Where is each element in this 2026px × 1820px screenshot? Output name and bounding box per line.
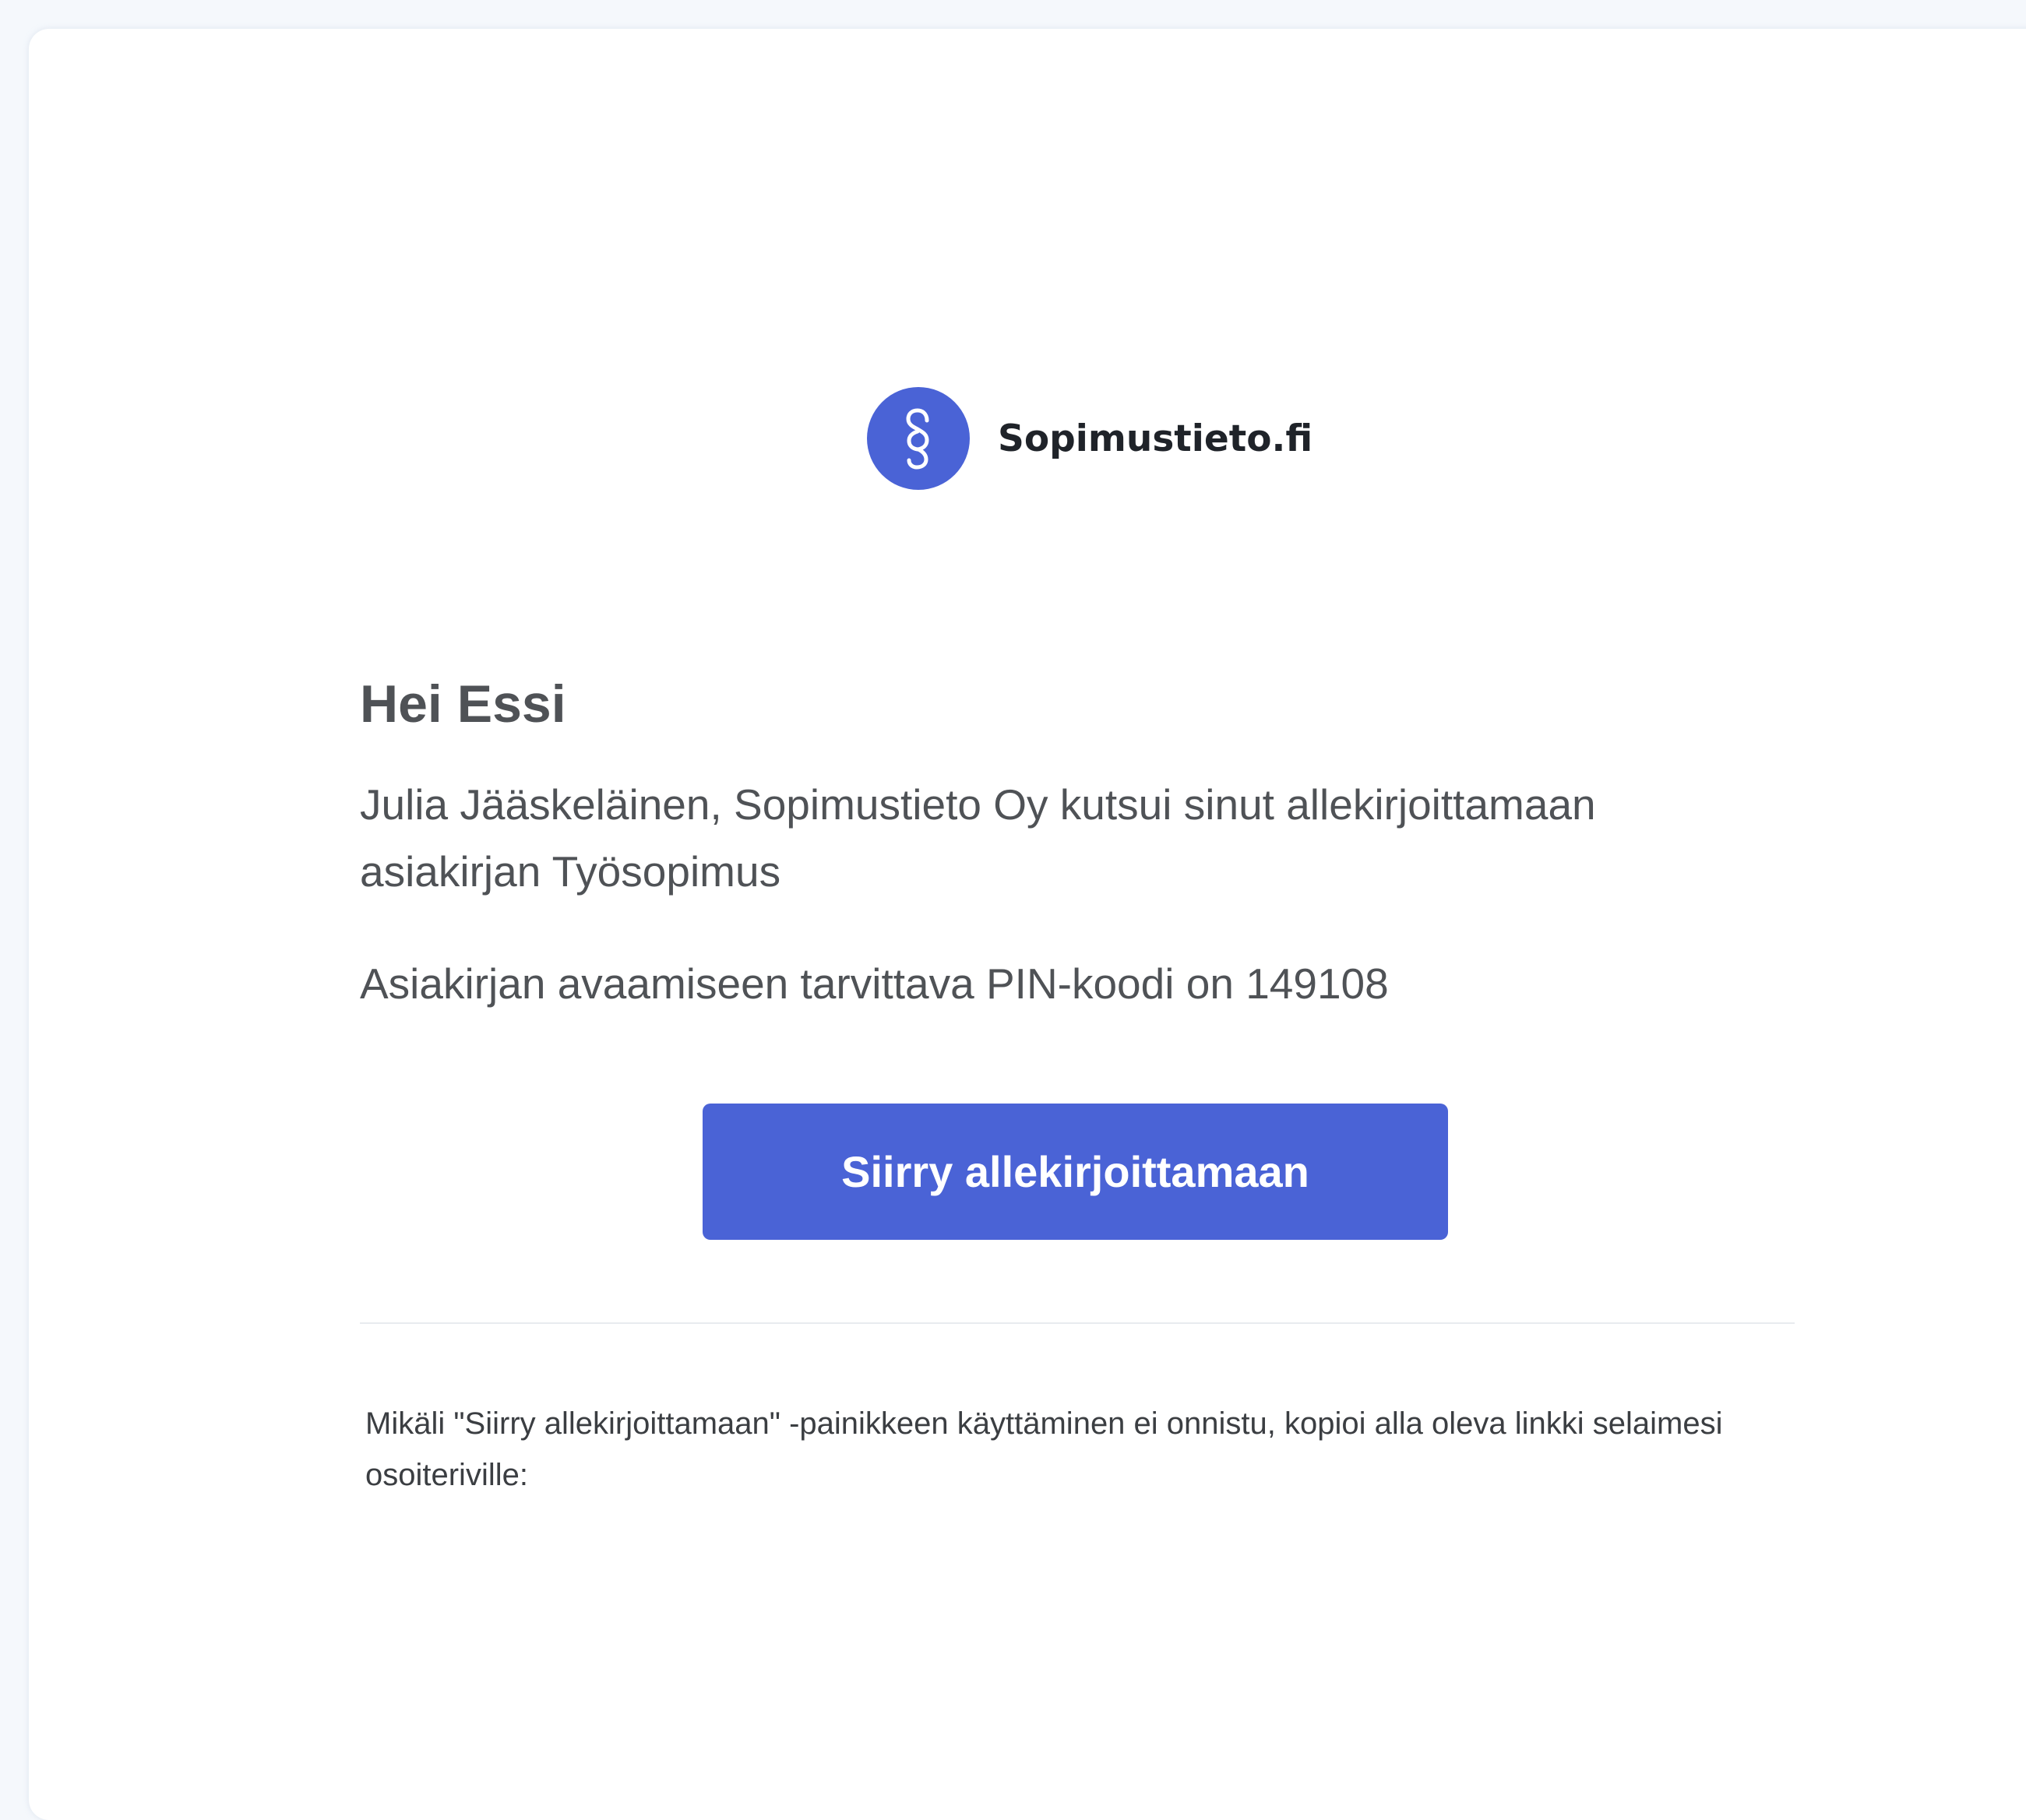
section-sign-icon — [867, 387, 970, 490]
fallback-instructions: Mikäli "Siirry allekirjoittamaan" -paini… — [365, 1406, 1723, 1492]
brand-name: Sopimustieto.fi — [998, 417, 1313, 460]
divider — [360, 1322, 1795, 1324]
greeting-heading: Hei Essi — [360, 674, 566, 734]
brand-logo[interactable]: Sopimustieto.fi — [867, 387, 1312, 490]
email-card: Sopimustieto.fi Hei Essi Julia Jääskeläi… — [29, 29, 2026, 1820]
pin-code-text: Asiakirjan avaamiseen tarvittava PIN-koo… — [360, 959, 1389, 1008]
invitation-text: Julia Jääskeläinen, Sopimustieto Oy kuts… — [360, 780, 1596, 896]
sign-document-button[interactable]: Siirry allekirjoittamaan — [703, 1104, 1448, 1240]
